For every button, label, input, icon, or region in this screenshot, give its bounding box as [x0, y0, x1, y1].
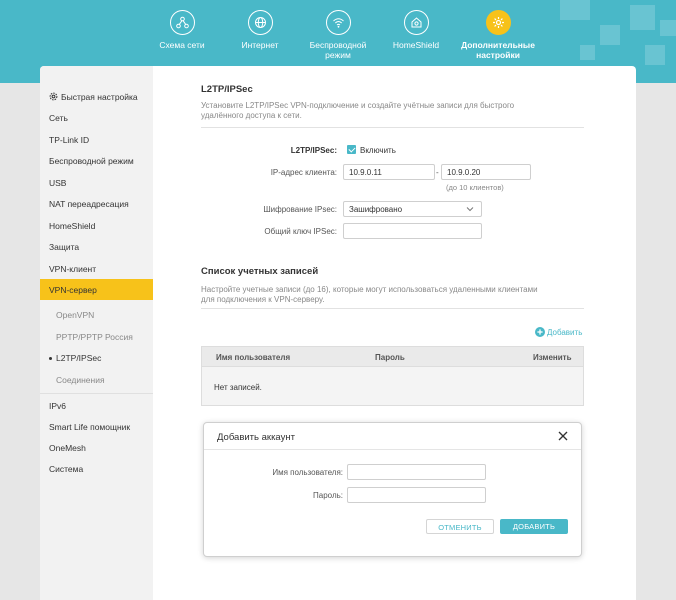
empty-table-text: Нет записей.	[214, 383, 262, 392]
sidebar-item-label: Быстрая настройка	[61, 92, 138, 102]
username-label: Имя пользователя:	[272, 468, 343, 477]
section-title-l2tp: L2TP/IPSec	[201, 84, 253, 95]
close-icon[interactable]	[557, 430, 569, 442]
sidebar-item-ipv6[interactable]: IPv6	[49, 401, 66, 411]
section-description-l2tp: Установите L2TP/IPSec VPN-подключение и …	[201, 101, 515, 120]
plus-circle-icon	[535, 327, 545, 339]
wifi-icon	[325, 10, 351, 35]
sidebar-item-wireless[interactable]: Беспроводной режим	[49, 156, 134, 166]
encryption-label: Шифрование IPsec:	[263, 205, 337, 214]
sidebar-item-onemesh[interactable]: OneMesh	[49, 443, 86, 453]
encryption-value: Зашифровано	[349, 205, 403, 214]
network-map-icon	[169, 10, 195, 35]
globe-icon	[247, 10, 273, 35]
sidebar-item-homeshield[interactable]: HomeShield	[49, 221, 95, 231]
username-input[interactable]	[347, 464, 486, 480]
sidebar-item-security[interactable]: Защита	[49, 242, 79, 252]
psk-input[interactable]	[343, 223, 482, 239]
client-ip-end-input[interactable]: 10.9.0.20	[441, 164, 531, 180]
dialog-title: Добавить аккаунт	[217, 432, 295, 443]
add-account-button[interactable]: Добавить	[535, 327, 582, 339]
nav-label: Дополнительные	[461, 40, 535, 50]
add-account-dialog: Добавить аккаунт Имя пользователя: Парол…	[203, 422, 582, 557]
dialog-divider	[204, 449, 581, 450]
cancel-button[interactable]: ОТМЕНИТЬ	[426, 519, 494, 534]
table-header: Имя пользователя Пароль Изменить	[202, 347, 583, 367]
nav-advanced[interactable]: Дополнительные настройки	[450, 10, 546, 60]
column-header-password: Пароль	[375, 353, 405, 362]
sidebar-divider	[40, 393, 153, 394]
password-input[interactable]	[347, 487, 486, 503]
encryption-select[interactable]: Зашифровано	[343, 201, 482, 217]
l2tp-enable-text: Включить	[360, 146, 396, 155]
column-header-username: Имя пользователя	[216, 353, 291, 362]
sidebar-item-tplink-id[interactable]: TP-Link ID	[49, 135, 89, 145]
sidebar-item-vpn-client[interactable]: VPN-клиент	[49, 264, 96, 274]
sidebar-item-usb[interactable]: USB	[49, 178, 66, 188]
sidebar-item-label: L2TP/IPSec	[56, 353, 102, 363]
decor-square	[630, 5, 655, 30]
nav-label: режим	[325, 50, 351, 60]
section-description-accounts: Настройте учетные записи (до 16), которы…	[201, 285, 538, 304]
add-account-label: Добавить	[547, 328, 583, 338]
ip-range-hint: (до 10 клиентов)	[446, 183, 504, 192]
l2tp-enable-label: L2TP/IPSec:	[290, 146, 337, 155]
active-dot-icon	[49, 357, 52, 361]
sidebar-subitem-l2tp[interactable]: L2TP/IPSec	[49, 353, 101, 363]
sidebar-item-system[interactable]: Система	[49, 464, 83, 474]
client-ip-label: IP-адрес клиента:	[270, 168, 337, 177]
sidebar-item-network[interactable]: Сеть	[49, 113, 68, 123]
client-ip-start-input[interactable]: 10.9.0.11	[343, 164, 435, 180]
sidebar-item-quick-setup[interactable]: Быстрая настройка	[49, 92, 138, 103]
gear-icon	[49, 92, 58, 103]
divider	[201, 308, 584, 309]
l2tp-enable-checkbox[interactable]	[347, 145, 356, 154]
chevron-down-icon	[466, 205, 474, 214]
sidebar: Быстрая настройка Сеть TP-Link ID Беспро…	[40, 66, 153, 600]
sidebar-subitem-pptp[interactable]: PPTP/PPTP Россия	[56, 332, 133, 342]
sidebar-subitem-openvpn[interactable]: OpenVPN	[56, 310, 94, 320]
sidebar-item-smart-life[interactable]: Smart Life помощник	[49, 422, 130, 432]
psk-label: Общий ключ IPSec:	[264, 227, 337, 236]
add-button[interactable]: ДОБАВИТЬ	[500, 519, 568, 534]
homeshield-icon	[403, 10, 429, 35]
decor-square	[560, 0, 590, 20]
ip-range-separator: -	[436, 168, 439, 177]
decor-square	[660, 20, 676, 36]
accounts-table: Имя пользователя Пароль Изменить Нет зап…	[201, 346, 584, 406]
section-title-accounts: Список учетных записей	[201, 266, 319, 277]
decor-square	[580, 45, 595, 60]
nav-label: настройки	[476, 50, 520, 60]
sidebar-item-vpn-server[interactable]: VPN-сервер	[49, 285, 97, 295]
gear-icon	[485, 10, 511, 35]
column-header-edit: Изменить	[533, 353, 572, 362]
password-label: Пароль:	[313, 491, 343, 500]
sidebar-item-nat[interactable]: NAT переадресация	[49, 199, 129, 209]
sidebar-subitem-connections[interactable]: Соединения	[56, 375, 105, 385]
decor-square	[645, 45, 665, 65]
decor-square	[600, 25, 620, 45]
divider	[201, 127, 584, 128]
